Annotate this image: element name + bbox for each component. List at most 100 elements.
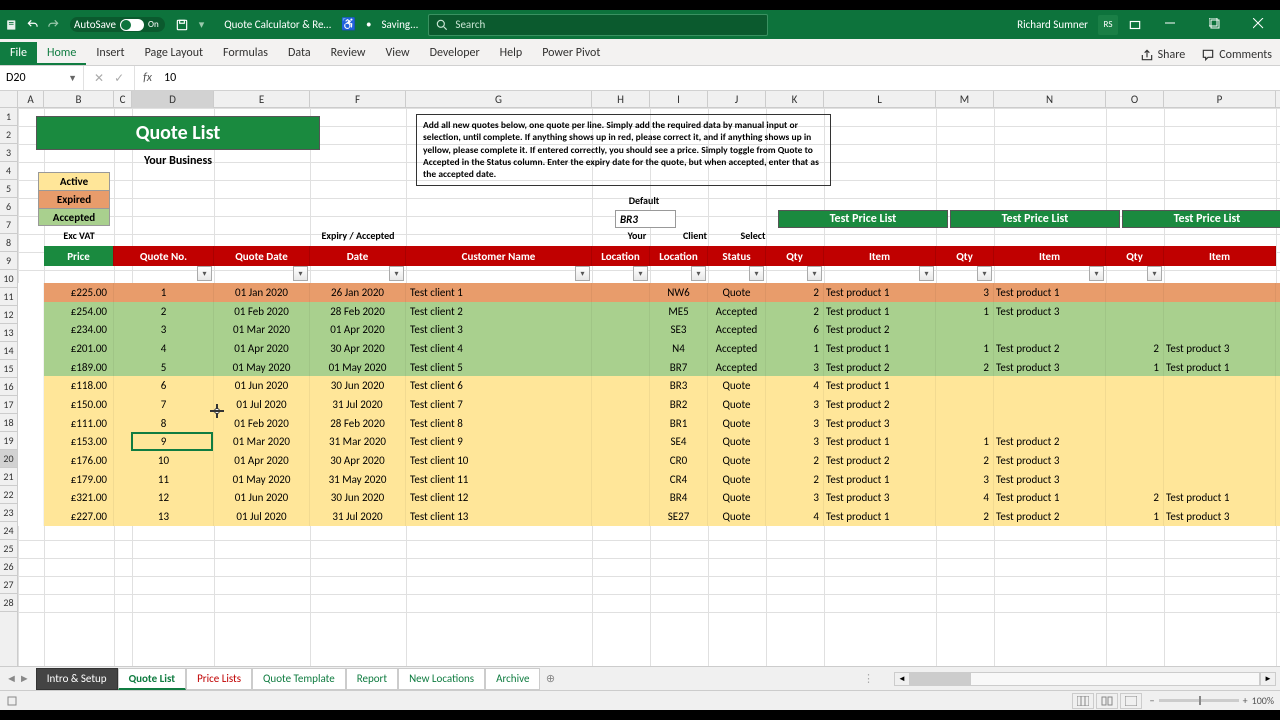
col-header-N[interactable]: N: [994, 91, 1106, 108]
tab-data[interactable]: Data: [278, 42, 321, 65]
col-header-P[interactable]: P: [1164, 91, 1276, 108]
table-row[interactable]: £201.00401 Apr 202030 Apr 2020Test clien…: [18, 339, 1280, 358]
header-item[interactable]: Item: [824, 246, 936, 266]
row-header-27[interactable]: 27: [0, 576, 17, 594]
fx-icon[interactable]: fx: [135, 71, 160, 85]
tab-formulas[interactable]: Formulas: [213, 42, 278, 65]
header-qty[interactable]: Qty: [766, 246, 824, 266]
tab-page-layout[interactable]: Page Layout: [135, 42, 213, 65]
row-header-5[interactable]: 5: [0, 180, 17, 198]
sheet-tab-new-locations[interactable]: New Locations: [398, 668, 485, 690]
table-row[interactable]: £179.001101 May 202031 May 2020Test clie…: [18, 470, 1280, 489]
accessibility-icon[interactable]: ♿: [341, 17, 356, 32]
filter-E[interactable]: [293, 266, 308, 281]
row-header-1[interactable]: 1: [0, 108, 17, 126]
hscroll-right[interactable]: ►: [1260, 672, 1276, 686]
col-header-E[interactable]: E: [214, 91, 310, 108]
tab-developer[interactable]: Developer: [420, 42, 490, 65]
save-icon[interactable]: [175, 18, 189, 32]
header-qty[interactable]: Qty: [1106, 246, 1164, 266]
table-row[interactable]: £176.001001 Apr 202030 Apr 2020Test clie…: [18, 451, 1280, 470]
enter-icon[interactable]: ✓: [114, 71, 124, 86]
col-header-C[interactable]: C: [114, 91, 132, 108]
sheet-tab-intro-&-setup[interactable]: Intro & Setup: [36, 668, 118, 690]
row-header-28[interactable]: 28: [0, 594, 17, 612]
row-header-24[interactable]: 24: [0, 522, 17, 540]
col-header-M[interactable]: M: [936, 91, 994, 108]
view-page-layout[interactable]: [1096, 693, 1118, 709]
view-normal[interactable]: [1072, 693, 1094, 709]
sheet-tab-archive[interactable]: Archive: [485, 668, 540, 690]
row-header-13[interactable]: 13: [0, 324, 17, 342]
cancel-icon[interactable]: ✕: [94, 71, 104, 86]
row-header-3[interactable]: 3: [0, 144, 17, 162]
filter-G[interactable]: [575, 266, 590, 281]
filter-F[interactable]: [389, 266, 404, 281]
add-sheet-button[interactable]: ⊕: [540, 672, 560, 685]
row-header-15[interactable]: 15: [0, 360, 17, 378]
row-header-19[interactable]: 19: [0, 432, 17, 450]
hscroll-track[interactable]: [910, 672, 1260, 686]
row-header-10[interactable]: 10: [0, 270, 17, 288]
row-header-8[interactable]: 8: [0, 234, 17, 252]
autosave-toggle[interactable]: AutoSave On: [70, 17, 165, 32]
sheet-nav-prev[interactable]: ◄: [6, 672, 17, 685]
header-location2[interactable]: Location: [650, 246, 708, 266]
comments-button[interactable]: Comments: [1193, 45, 1280, 65]
header-quote_no[interactable]: Quote No.: [114, 246, 214, 266]
filter-D[interactable]: [197, 266, 212, 281]
filter-H[interactable]: [633, 266, 648, 281]
table-row[interactable]: £225.00101 Jan 202026 Jan 2020Test clien…: [18, 283, 1280, 302]
default-value[interactable]: BR3: [615, 210, 676, 228]
tab-review[interactable]: Review: [321, 42, 376, 65]
user-avatar[interactable]: RS: [1098, 15, 1118, 35]
row-header-23[interactable]: 23: [0, 504, 17, 522]
tab-help[interactable]: Help: [490, 42, 533, 65]
filter-M[interactable]: [977, 266, 992, 281]
header-item[interactable]: Item: [1164, 246, 1276, 266]
sheet-tab-quote-list[interactable]: Quote List: [118, 668, 187, 690]
filter-J[interactable]: [749, 266, 764, 281]
table-row[interactable]: £254.00201 Feb 202028 Feb 2020Test clien…: [18, 302, 1280, 321]
header-location1[interactable]: Location: [592, 246, 650, 266]
search-input[interactable]: Search: [428, 14, 768, 36]
header-status[interactable]: Status: [708, 246, 766, 266]
col-header-K[interactable]: K: [766, 91, 824, 108]
filter-N[interactable]: [1089, 266, 1104, 281]
row-header-14[interactable]: 14: [0, 342, 17, 360]
tab-insert[interactable]: Insert: [86, 42, 134, 65]
col-header-I[interactable]: I: [650, 91, 708, 108]
zoom-control[interactable]: −+ 100%: [1150, 694, 1274, 707]
undo-icon[interactable]: [26, 18, 40, 32]
table-row[interactable]: £153.00901 Mar 202031 Mar 2020Test clien…: [18, 433, 1280, 452]
row-header-2[interactable]: 2: [0, 126, 17, 144]
col-header-A[interactable]: A: [18, 91, 44, 108]
record-macro-icon[interactable]: [6, 695, 18, 707]
row-header-21[interactable]: 21: [0, 468, 17, 486]
row-header-20[interactable]: 20: [0, 450, 17, 468]
row-header-25[interactable]: 25: [0, 540, 17, 558]
filter-L[interactable]: [919, 266, 934, 281]
sheet-tab-price-lists[interactable]: Price Lists: [186, 668, 252, 690]
select-all-corner[interactable]: [0, 91, 18, 107]
col-header-O[interactable]: O: [1106, 91, 1164, 108]
header-customer[interactable]: Customer Name: [406, 246, 592, 266]
filter-O[interactable]: [1147, 266, 1162, 281]
col-header-H[interactable]: H: [592, 91, 650, 108]
maximize-button[interactable]: [1196, 10, 1236, 39]
header-quote_date[interactable]: Quote Date: [214, 246, 310, 266]
redo-icon[interactable]: [46, 18, 60, 32]
table-row[interactable]: £227.001301 Jul 202031 Jul 2020Test clie…: [18, 507, 1280, 526]
sheet-tab-quote-template[interactable]: Quote Template: [252, 668, 346, 690]
row-header-18[interactable]: 18: [0, 414, 17, 432]
header-item[interactable]: Item: [994, 246, 1106, 266]
minimize-button[interactable]: [1152, 10, 1192, 39]
row-header-16[interactable]: 16: [0, 378, 17, 396]
sheet-tab-report[interactable]: Report: [346, 668, 398, 690]
ribbon-mode-icon[interactable]: [1128, 18, 1142, 32]
table-row[interactable]: £118.00601 Jun 202030 Jun 2020Test clien…: [18, 376, 1280, 395]
row-header-7[interactable]: 7: [0, 216, 17, 234]
row-header-17[interactable]: 17: [0, 396, 17, 414]
row-header-11[interactable]: 11: [0, 288, 17, 306]
view-page-break[interactable]: [1120, 693, 1142, 709]
